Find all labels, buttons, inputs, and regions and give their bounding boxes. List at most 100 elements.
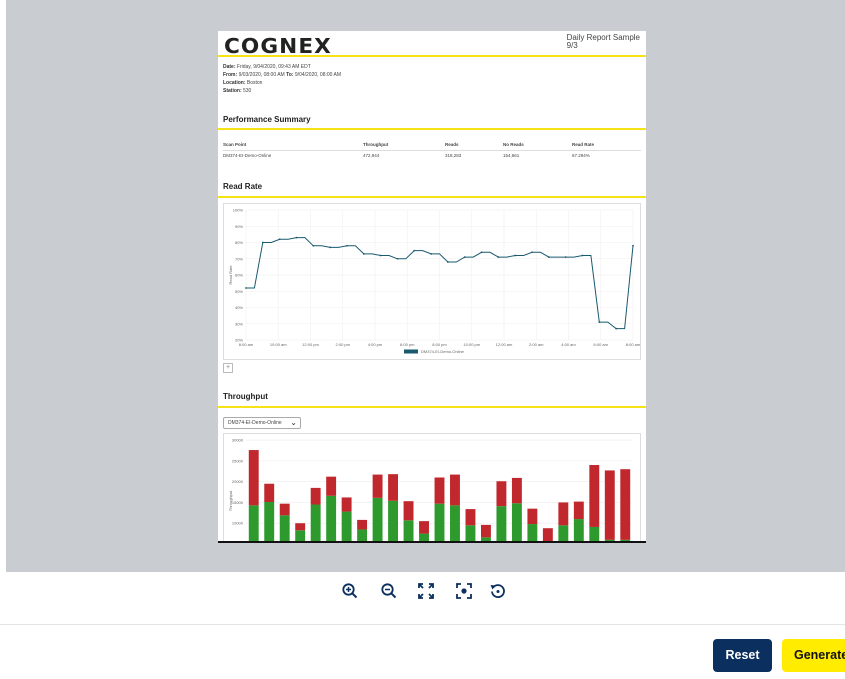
bar-no-reads [326,476,337,496]
chevron-down-icon: ⌄ [290,418,297,427]
data-point [598,321,601,324]
meta-location: Location: Boston [223,80,263,86]
y-tick-label: 10000 [232,521,244,526]
table-cell: DM374-EI-Demo-Online [223,153,272,158]
read-rate-svg: 100%90%80%70%60%50%40%30%20%8:00 am 10:00… [228,208,641,355]
bar-no-reads [279,503,290,516]
bar-no-reads [511,477,522,504]
report-page: COGNEX Daily Report Sample 9/3 Date: Fri… [218,31,646,543]
data-point [379,254,382,257]
y-tick-label: 25000 [232,458,244,463]
y-tick-label: 20000 [232,479,244,484]
y-tick-label: 50% [235,289,243,294]
data-point [396,257,399,260]
x-tick-label: 6:00 am [594,342,609,347]
data-point [632,244,634,247]
y-tick-label: 15000 [232,500,244,505]
y-tick-label: 40% [235,305,243,310]
y-axis-label: Throughput [228,490,233,511]
bar-reads [434,503,445,543]
meta-date: Date: Friday, 9/04/2020, 09:43 AM EDT [223,64,311,70]
bar-no-reads [403,501,414,521]
bar-reads [388,500,399,543]
table-cell: 154,661 [503,153,520,158]
meta-station: Station: 530 [223,88,252,94]
bar-no-reads [527,508,538,525]
bar-no-reads [357,519,368,530]
data-point [615,327,618,330]
performance-heading: Performance Summary [223,115,311,124]
report-subtitle-text: 9/3 [566,41,578,50]
bar-no-reads [248,450,259,506]
scan-point-dropdown[interactable]: DM374-EI-Demo-Online ⌄ [223,417,301,429]
table-cell: 318,283 [445,153,462,158]
bar-no-reads [264,483,275,503]
y-tick-label: 30000 [232,438,244,443]
y-tick-label: 80% [235,240,243,245]
report-bottom-edge [218,541,646,543]
bar-reads [264,502,275,543]
zoom-out-icon[interactable] [380,582,398,600]
data-point [278,238,281,241]
bar-reads [372,497,383,543]
table-header-cell: Throughput [363,142,389,147]
y-tick-label: 100% [233,208,244,213]
data-point [463,256,466,259]
x-tick-label: 8:00 am [626,342,640,347]
bar-reads [279,515,290,543]
add-chart-button[interactable]: + [223,363,233,373]
meta-range: From: 9/03/2020, 08:00 AM To: 9/04/2020,… [223,72,342,78]
header-rule [218,55,646,57]
bar-no-reads [558,502,569,526]
data-point [447,261,449,263]
x-tick-label: 6:00 pm [400,342,415,347]
generate-button[interactable]: Generate [782,639,845,672]
bar-no-reads [372,474,383,498]
bar-no-reads [480,524,491,538]
fit-screen-icon[interactable] [417,582,435,600]
reset-button[interactable]: Reset [713,639,772,672]
read-rate-rule [218,196,646,198]
x-tick-label: 4:00 am [561,342,576,347]
data-point [329,246,332,249]
table-header-cell: No Reads [503,142,524,147]
report-preview-pane[interactable]: COGNEX Daily Report Sample 9/3 Date: Fri… [6,0,845,572]
table-header-cell: Read Rate [572,142,595,147]
y-tick-label: 60% [235,273,243,278]
x-tick-label: 10:00 pm [463,342,480,347]
bar-no-reads [573,501,584,520]
x-tick-label: 2:00 am [529,342,544,347]
data-point [261,241,264,244]
data-point [547,256,550,259]
bar-no-reads [620,469,631,540]
legend-label: DM374-EI-Demo-Online [421,349,465,354]
table-divider [223,150,641,151]
bar-reads [450,505,460,543]
data-point [430,252,432,255]
y-axis-label: Read Rate [228,265,233,285]
data-point [514,254,517,257]
read-rate-chart: 100% 90% 80% 70% 60% 50% 40% 30% 20% 8:00 am 10:00… [223,203,641,360]
bar-reads [248,505,259,543]
bar-no-reads [465,509,476,526]
x-tick-label: 4:00 pm [368,342,383,347]
bar-no-reads [295,523,306,531]
data-point [564,256,567,259]
y-tick-label: 90% [235,224,243,229]
x-tick-label: 12:00 pm [302,342,319,347]
legend-swatch [404,349,418,354]
throughput-rule [218,406,646,408]
table-cell: 67.294% [572,153,590,158]
zoom-in-icon[interactable] [341,582,359,600]
read-rate-heading: Read Rate [223,182,263,191]
x-tick-label: 8:00 pm [432,342,447,347]
footer-divider [0,624,845,625]
data-point [245,287,247,289]
bar-reads [341,511,352,543]
data-point [312,244,315,247]
center-focus-icon[interactable] [455,582,473,600]
y-tick-label: 30% [235,321,243,326]
bar-no-reads [496,481,507,507]
throughput-svg: 30000 25000 20000 15000 10000 Throughput [228,438,633,543]
reset-view-icon[interactable] [489,582,507,600]
